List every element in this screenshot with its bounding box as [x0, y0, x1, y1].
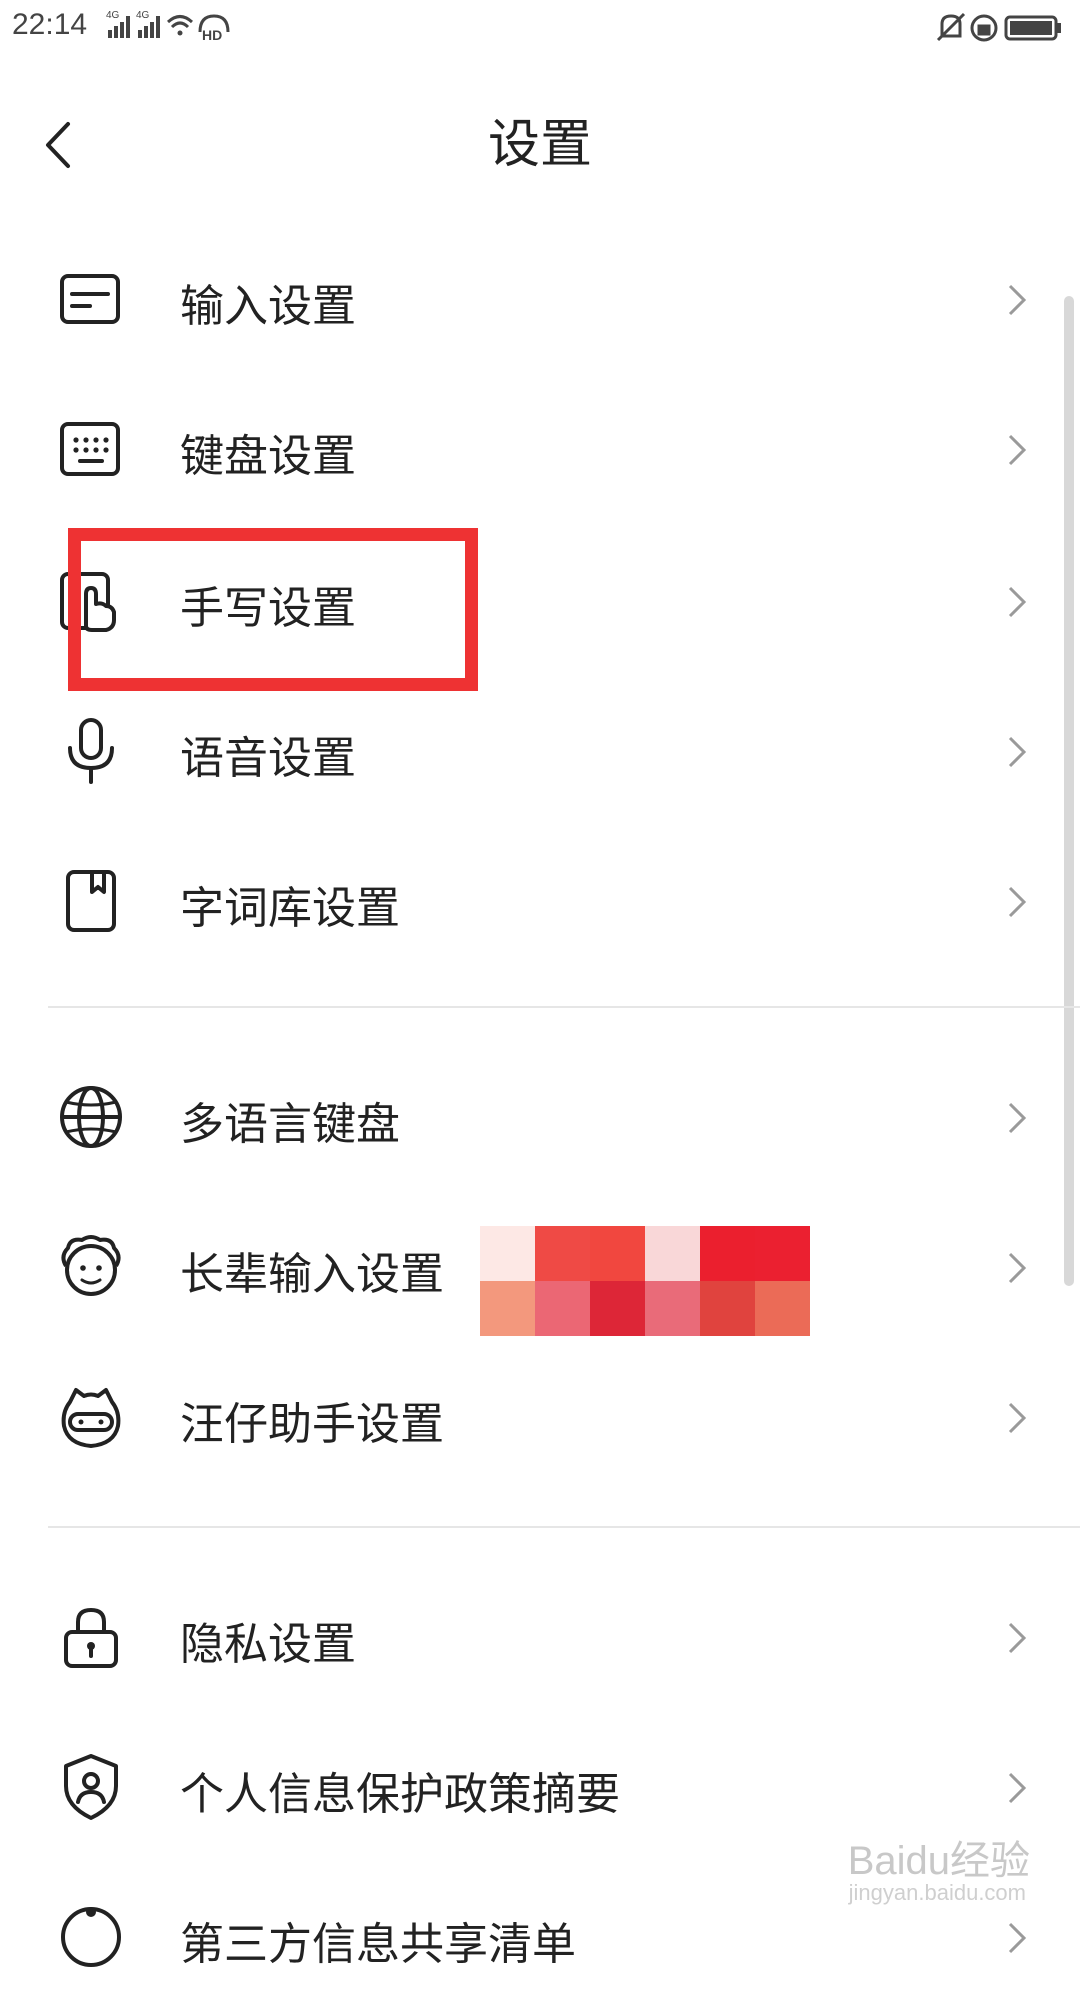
globe-icon — [60, 1086, 122, 1148]
settings-item-voice[interactable]: 语音设置 — [0, 674, 1080, 824]
settings-item-label: 长辈输入设置 — [180, 1249, 444, 1300]
svg-text:HD: HD — [202, 27, 222, 43]
signal-icon-2: 4G — [136, 10, 160, 38]
settings-item-keyboard[interactable]: 键盘设置 — [0, 374, 1080, 524]
chevron-right-icon — [1008, 1922, 1027, 1954]
microphone-icon — [68, 718, 114, 784]
settings-item-multilingual[interactable]: 多语言键盘 — [0, 1042, 1080, 1192]
settings-item-label: 键盘设置 — [180, 431, 356, 482]
chevron-right-icon — [1008, 1102, 1027, 1134]
settings-item-label: 隐私设置 — [180, 1619, 356, 1670]
chevron-right-icon — [1008, 886, 1027, 918]
section-divider — [48, 1006, 1080, 1008]
keyboard-icon — [60, 422, 120, 476]
watermark: Baidu经验 — [847, 1839, 1030, 1883]
settings-item-label: 个人信息保护政策摘要 — [180, 1769, 620, 1820]
settings-item-label: 第三方信息共享清单 — [180, 1919, 576, 1970]
annotation-highlight-box — [68, 528, 478, 691]
status-right-icons — [936, 12, 1061, 42]
svg-text:4G: 4G — [106, 10, 120, 21]
settings-item-input[interactable]: 输入设置 — [0, 224, 1080, 374]
app-header: 设置 — [0, 60, 1080, 210]
settings-item-label: 输入设置 — [180, 281, 356, 332]
svg-text:4G: 4G — [136, 10, 150, 21]
signal-icon: 4G — [106, 10, 130, 38]
status-bar: 22:14 4G 4G HD — [0, 0, 1080, 56]
chevron-right-icon — [1008, 1252, 1027, 1284]
chevron-right-icon — [1008, 1402, 1027, 1434]
settings-item-privacy[interactable]: 隐私设置 — [0, 1562, 1080, 1712]
settings-item-label: 语音设置 — [180, 733, 356, 784]
mute-bell-icon — [936, 12, 966, 42]
lock-icon — [64, 1607, 118, 1668]
chevron-right-icon — [1008, 1772, 1027, 1804]
settings-item-label: 字词库设置 — [180, 883, 400, 934]
chevron-right-icon — [1008, 586, 1027, 618]
share-icon — [61, 1907, 121, 1967]
chevron-right-icon — [1008, 284, 1027, 316]
input-settings-icon — [60, 274, 120, 324]
shield-user-icon — [64, 1754, 118, 1820]
hd-icon: HD — [198, 14, 230, 43]
dictionary-icon — [66, 870, 116, 932]
watermark-url: jingyan.baidu.com — [848, 1880, 1026, 1905]
chevron-right-icon — [1008, 736, 1027, 768]
rotation-lock-icon — [970, 14, 998, 42]
status-time: 22:14 — [12, 8, 88, 41]
settings-item-label: 多语言键盘 — [180, 1099, 400, 1150]
redaction-mosaic — [480, 1226, 810, 1336]
settings-item-label: 汪仔助手设置 — [180, 1399, 444, 1450]
section-divider — [48, 1526, 1080, 1528]
elder-icon — [61, 1235, 121, 1296]
assistant-icon — [61, 1388, 121, 1448]
signal-wifi-icons: 4G 4G HD — [106, 10, 230, 43]
battery-icon — [1004, 15, 1061, 41]
chevron-right-icon — [1008, 1622, 1027, 1654]
chevron-right-icon — [1008, 434, 1027, 466]
settings-item-dictionary[interactable]: 字词库设置 — [0, 824, 1080, 974]
wifi-icon — [166, 15, 194, 36]
page-title: 设置 — [487, 115, 592, 175]
settings-item-assistant[interactable]: 汪仔助手设置 — [0, 1342, 1080, 1492]
